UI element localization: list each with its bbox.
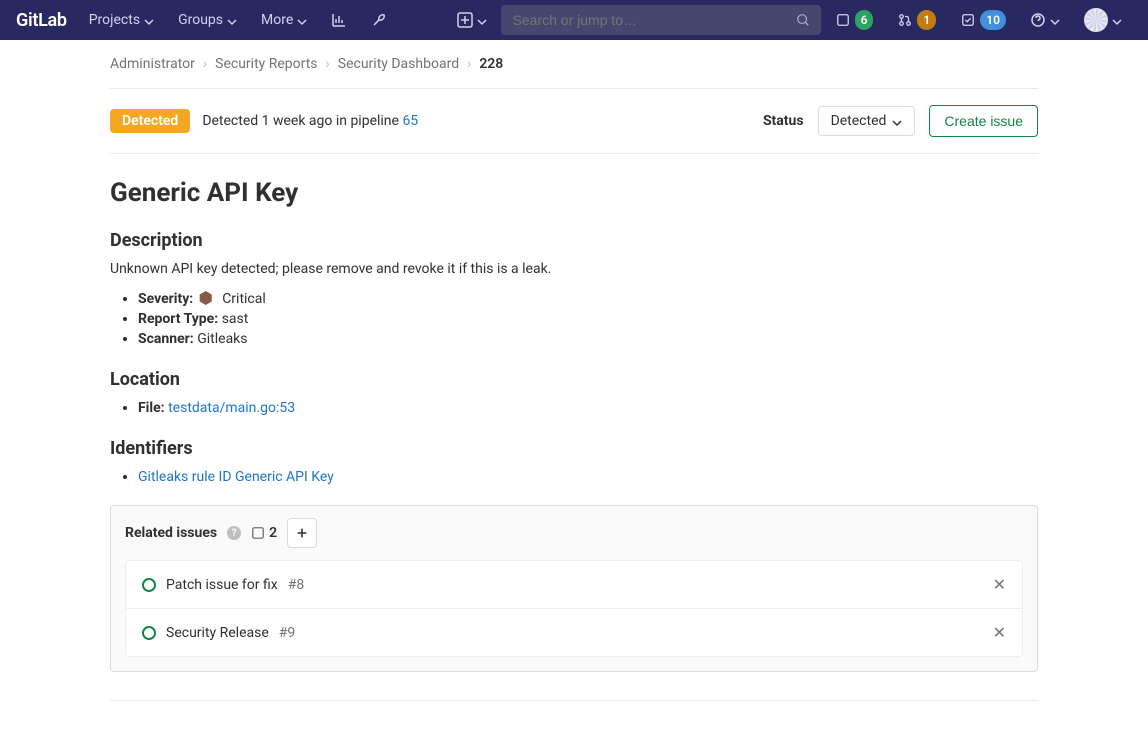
chevron-right-icon: › — [467, 56, 471, 72]
chevron-down-icon — [227, 15, 237, 25]
chevron-down-icon — [297, 15, 307, 25]
file-key: File: — [138, 400, 165, 416]
nav-analytics-icon[interactable] — [321, 4, 357, 36]
nav-help[interactable] — [1020, 4, 1070, 36]
nav-todos-counter[interactable]: 10 — [950, 4, 1016, 36]
crumb-security-dashboard[interactable]: Security Dashboard — [338, 56, 459, 72]
help-icon — [1030, 12, 1046, 28]
description-text: Unknown API key detected; please remove … — [110, 261, 1038, 277]
issue-title: Security Release — [166, 625, 269, 641]
related-heading: Related issues — [125, 525, 217, 541]
scanner-item: Scanner: Gitleaks — [138, 331, 1038, 347]
remove-related-button[interactable]: ✕ — [993, 623, 1006, 642]
nav-projects[interactable]: Projects — [79, 4, 164, 36]
report-key: Report Type: — [138, 311, 218, 327]
nav-more[interactable]: More — [251, 4, 317, 36]
crumb-security-reports[interactable]: Security Reports — [215, 56, 317, 72]
detail-list: Severity: Critical Report Type: sast Sca… — [110, 291, 1038, 347]
related-count-value: 2 — [269, 525, 277, 541]
issue-title: Patch issue for fix — [166, 577, 278, 593]
chevron-right-icon: › — [326, 56, 330, 72]
avatar — [1084, 8, 1108, 32]
report-value: sast — [222, 311, 249, 327]
chevron-down-icon — [144, 15, 154, 25]
identifier-item: Gitleaks rule ID Generic API Key — [138, 469, 1038, 485]
brand-logo[interactable]: GitLab — [8, 10, 75, 31]
create-issue-button[interactable]: Create issue — [929, 105, 1038, 137]
issue-ref: #9 — [279, 625, 296, 641]
related-issues-panel: Related issues ? 2 Patch issue for fix #… — [110, 505, 1038, 672]
nav-groups-label: Groups — [178, 12, 223, 28]
chevron-down-icon — [892, 116, 902, 126]
chevron-right-icon: › — [203, 56, 207, 72]
severity-value: Critical — [222, 291, 266, 307]
scanner-key: Scanner: — [138, 331, 194, 347]
chevron-down-icon — [1112, 15, 1122, 25]
scanner-value: Gitleaks — [197, 331, 247, 347]
status-dropdown-value: Detected — [831, 113, 887, 129]
pipeline-link[interactable]: 65 — [402, 113, 418, 129]
nav-projects-label: Projects — [89, 12, 140, 28]
related-issue-row[interactable]: Patch issue for fix #8 ✕ — [126, 561, 1022, 609]
detected-prefix: Detected 1 week ago in pipeline — [202, 113, 402, 129]
nav-user-menu[interactable] — [1074, 4, 1132, 36]
issues-badge: 6 — [855, 10, 874, 30]
search-icon — [795, 12, 811, 28]
global-search[interactable] — [501, 5, 821, 35]
issue-open-icon — [142, 578, 156, 592]
nav-issues-counter[interactable]: 6 — [825, 4, 884, 36]
identifiers-heading: Identifiers — [110, 438, 1038, 459]
related-count: 2 — [251, 525, 277, 541]
chart-icon — [331, 12, 347, 28]
todos-badge: 10 — [980, 10, 1006, 30]
issue-icon — [835, 12, 851, 28]
detected-text: Detected 1 week ago in pipeline 65 — [202, 113, 418, 129]
severity-item: Severity: Critical — [138, 291, 1038, 307]
status-row: Detected Detected 1 week ago in pipeline… — [110, 89, 1038, 154]
location-heading: Location — [110, 369, 1038, 390]
status-badge: Detected — [110, 109, 190, 133]
nav-more-label: More — [261, 12, 293, 28]
nav-mr-counter[interactable]: 1 — [887, 4, 946, 36]
top-navbar: GitLab Projects Groups More — [0, 0, 1148, 40]
related-issue-row[interactable]: Security Release #9 ✕ — [126, 609, 1022, 656]
chevron-down-icon — [477, 15, 487, 25]
plus-square-icon — [457, 12, 473, 28]
issue-ref: #8 — [288, 577, 305, 593]
plus-icon — [295, 526, 309, 540]
remove-related-button[interactable]: ✕ — [993, 575, 1006, 594]
nav-wrench-icon[interactable] — [361, 4, 397, 36]
wrench-icon — [371, 12, 387, 28]
severity-critical-icon — [199, 291, 213, 305]
crumb-current: 228 — [479, 56, 503, 72]
breadcrumb: Administrator › Security Reports › Secur… — [110, 40, 1038, 89]
file-item: File: testdata/main.go:53 — [138, 400, 1038, 416]
nav-groups[interactable]: Groups — [168, 4, 247, 36]
search-input[interactable] — [511, 11, 787, 29]
link-icon — [251, 526, 265, 540]
crumb-admin[interactable]: Administrator — [110, 56, 195, 72]
todo-icon — [960, 12, 976, 28]
identifier-link[interactable]: Gitleaks rule ID Generic API Key — [138, 469, 334, 485]
chevron-down-icon — [1050, 15, 1060, 25]
nav-plus[interactable] — [447, 4, 497, 36]
mr-badge: 1 — [917, 10, 936, 30]
file-link[interactable]: testdata/main.go:53 — [168, 400, 295, 416]
status-dropdown[interactable]: Detected — [818, 106, 916, 136]
help-icon[interactable]: ? — [227, 526, 241, 540]
page-title: Generic API Key — [110, 178, 1038, 208]
severity-key: Severity: — [138, 291, 193, 307]
merge-request-icon — [897, 12, 913, 28]
add-related-button[interactable] — [287, 518, 317, 548]
description-heading: Description — [110, 230, 1038, 251]
issue-open-icon — [142, 626, 156, 640]
report-type-item: Report Type: sast — [138, 311, 1038, 327]
status-label: Status — [763, 113, 804, 129]
divider — [110, 700, 1038, 701]
